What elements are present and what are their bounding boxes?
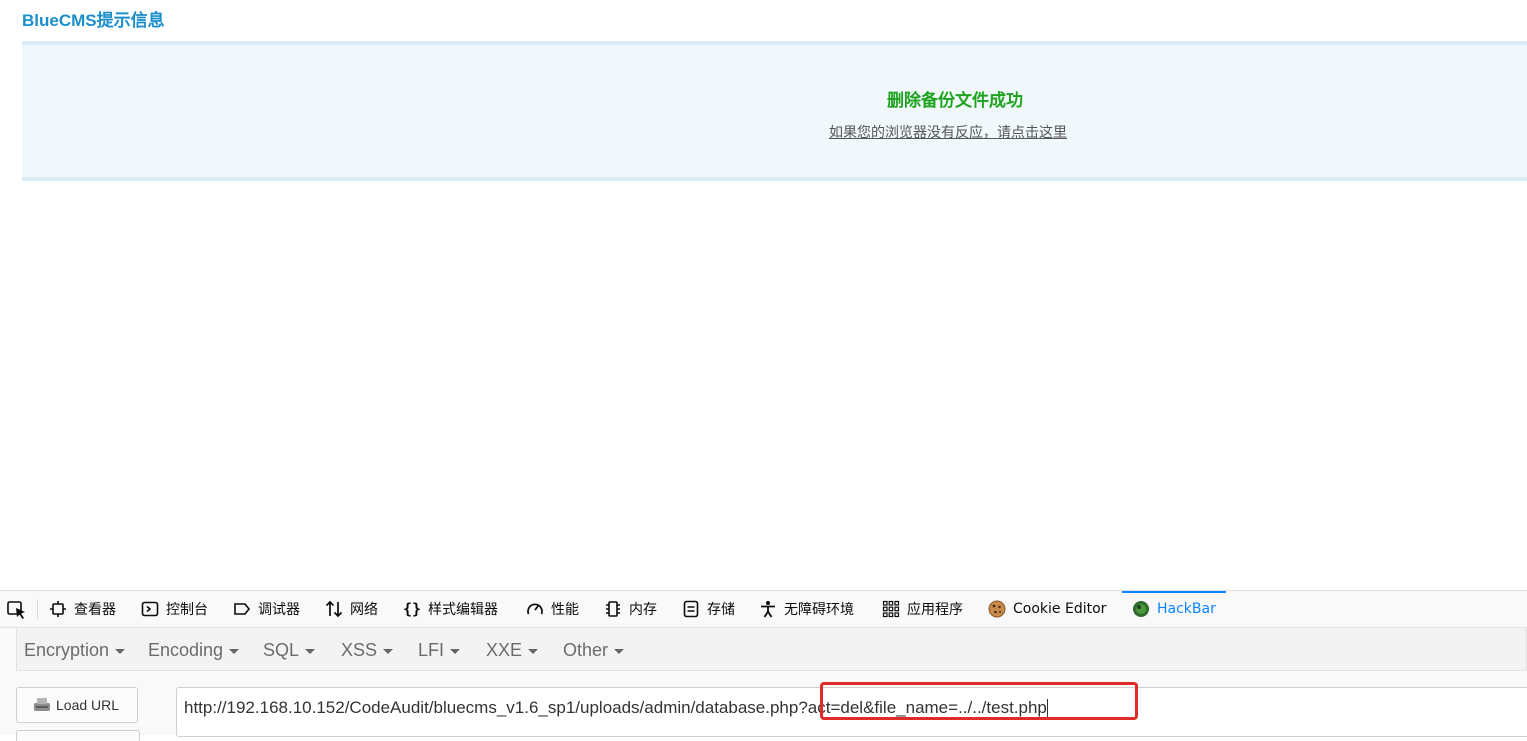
tab-console[interactable]: 控制台 (141, 591, 208, 627)
inspector-icon (50, 601, 66, 617)
menu-encryption[interactable]: Encryption (24, 628, 126, 672)
tab-label: 控制台 (166, 602, 208, 618)
tab-label: 应用程序 (907, 602, 963, 618)
tab-application[interactable]: 应用程序 (882, 591, 963, 627)
tab-accessibility[interactable]: 无障碍环境 (759, 591, 854, 627)
devtools-tabbar: 查看器 控制台 调试器 网络 {} 样式编辑器 性能 内存 存储 无障碍环境 应… (0, 591, 1527, 628)
dropdown-caret-icon (115, 648, 126, 654)
hackbar-icon (1133, 601, 1149, 617)
menu-label: Encoding (148, 640, 224, 660)
menu-lfi[interactable]: LFI (418, 628, 461, 672)
tab-label: 查看器 (74, 602, 116, 618)
tab-hackbar[interactable]: HackBar (1122, 591, 1226, 627)
tab-debugger[interactable]: 调试器 (233, 591, 300, 627)
menu-label: Encryption (24, 640, 110, 660)
tab-label: 存储 (707, 602, 735, 618)
debugger-icon (234, 603, 251, 615)
tab-label: 样式编辑器 (428, 602, 498, 618)
dropdown-caret-icon (614, 648, 625, 654)
element-picker-icon[interactable] (6, 599, 28, 621)
menu-other[interactable]: Other (563, 628, 625, 672)
cookie-icon (988, 600, 1006, 618)
menu-xss[interactable]: XSS (341, 628, 394, 672)
menu-sql[interactable]: SQL (263, 628, 316, 672)
tab-label: 无障碍环境 (784, 602, 854, 618)
tab-style-editor[interactable]: {} 样式编辑器 (403, 591, 498, 627)
menu-label: XSS (341, 640, 378, 660)
dropdown-caret-icon (528, 648, 539, 654)
redirect-link[interactable]: 如果您的浏览器没有反应，请点击这里 (829, 122, 1067, 142)
menu-xxe[interactable]: XXE (486, 628, 539, 672)
menu-encoding[interactable]: Encoding (148, 628, 240, 672)
devtools-panel: 查看器 控制台 调试器 网络 {} 样式编辑器 性能 内存 存储 无障碍环境 应… (0, 590, 1527, 741)
split-url-button[interactable] (16, 730, 140, 741)
dropdown-caret-icon (305, 648, 316, 654)
menu-label: Other (563, 640, 609, 660)
tab-separator (37, 599, 38, 619)
dropdown-caret-icon (229, 648, 240, 654)
tab-label: 性能 (551, 602, 579, 618)
success-message: 删除备份文件成功 (887, 91, 1023, 111)
storage-icon (683, 600, 699, 618)
tab-cookie-editor[interactable]: Cookie Editor (988, 591, 1106, 627)
console-icon (141, 601, 159, 617)
memory-icon (606, 601, 620, 617)
tab-label: 调试器 (258, 602, 300, 618)
dropdown-caret-icon (383, 648, 394, 654)
performance-icon (527, 603, 543, 615)
tab-storage[interactable]: 存储 (682, 591, 735, 627)
network-icon (325, 600, 343, 618)
load-url-label: Load URL (56, 697, 120, 713)
load-url-icon (34, 698, 50, 711)
tab-label: 网络 (350, 602, 378, 618)
accessibility-icon (761, 601, 775, 618)
highlight-annotation (820, 682, 1138, 720)
load-url-button[interactable]: Load URL (16, 687, 138, 723)
menu-label: LFI (418, 640, 445, 660)
menu-label: SQL (263, 640, 300, 660)
hackbar-menu: Encryption Encoding SQL XSS LFI XXE Othe… (16, 627, 1527, 671)
tab-performance[interactable]: 性能 (526, 591, 579, 627)
page-title: BlueCMS提示信息 (22, 11, 165, 30)
tab-label: HackBar (1157, 601, 1216, 617)
menu-label: XXE (486, 640, 523, 660)
tab-network[interactable]: 网络 (325, 591, 378, 627)
tab-memory[interactable]: 内存 (604, 591, 657, 627)
dropdown-caret-icon (450, 648, 461, 654)
svg-text:{}: {} (403, 600, 421, 618)
message-box (22, 41, 1527, 181)
style-editor-icon: {} (403, 600, 421, 618)
tab-label: Cookie Editor (1013, 601, 1107, 617)
application-icon (882, 600, 900, 618)
tab-inspector[interactable]: 查看器 (49, 591, 116, 627)
tab-label: 内存 (629, 602, 657, 618)
